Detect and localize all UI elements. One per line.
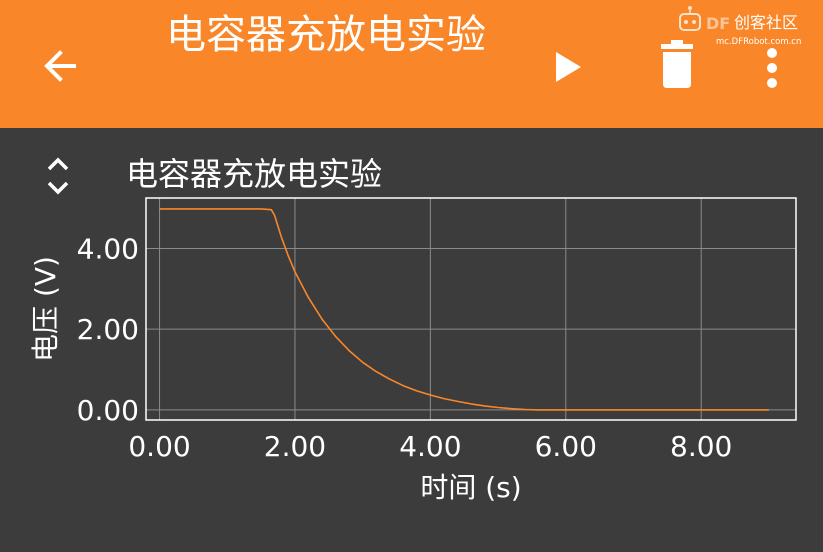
watermark-logo-text: DF: [706, 14, 730, 33]
x-tick-label: 0.00: [128, 430, 190, 463]
series-layer: [159, 208, 769, 411]
grid: [146, 198, 796, 420]
plot-frame: [145, 197, 797, 421]
voltage-series-line: [159, 208, 769, 411]
y-tick-label: 4.00: [77, 232, 139, 265]
y-tick-labels: 0.00 2.00 4.00: [77, 232, 139, 426]
y-tick-label: 0.00: [77, 394, 139, 427]
app-title: 电容器充放电实验: [166, 12, 486, 58]
more-vertical-icon: [767, 48, 777, 88]
x-axis-label: 时间 (s): [420, 471, 521, 504]
play-button[interactable]: [540, 40, 598, 94]
play-icon: [556, 52, 581, 82]
watermark: DF 创客社区 mc.DFRobot.com.cn: [679, 6, 801, 47]
back-button[interactable]: [30, 38, 90, 94]
more-menu-button[interactable]: [752, 40, 792, 96]
y-axis-label: 电压 (V): [29, 256, 62, 362]
voltage-time-chart: 0.00 2.00 4.00 0.00 2.00 4.00 6.00 8.00 时间 (s)…: [29, 197, 797, 504]
y-tick-label: 2.00: [77, 313, 139, 346]
x-tick-label: 4.00: [399, 430, 461, 463]
x-tick-label: 6.00: [535, 430, 597, 463]
x-tick-label: 8.00: [670, 430, 732, 463]
x-tick-label: 2.00: [264, 430, 326, 463]
watermark-url: mc.DFRobot.com.cn: [716, 37, 801, 47]
arrow-left-icon: [44, 50, 76, 82]
watermark-brand: 创客社区: [734, 13, 798, 32]
app-bar: 电容器充放电实验 DF 创客社区 mc.DFRobot.com.cn: [0, 0, 823, 128]
x-tick-labels: 0.00 2.00 4.00 6.00 8.00: [128, 430, 732, 463]
robot-logo-icon: [679, 6, 701, 31]
